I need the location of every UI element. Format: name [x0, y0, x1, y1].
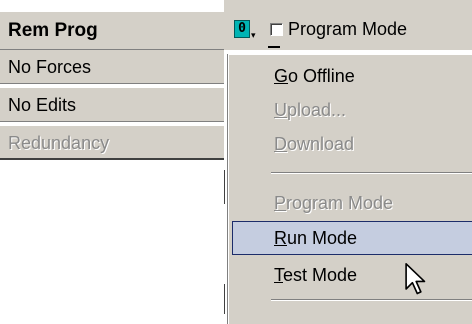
menu-item-text: o Offline: [288, 66, 355, 86]
panel-divider: [224, 170, 225, 204]
menu-item-program-mode[interactable]: Program Mode: [232, 186, 472, 220]
mode-toolbar: 0 ▾ Program Mode: [224, 0, 472, 50]
checkbox-underline: [268, 46, 280, 48]
edits-status: No Edits: [0, 88, 224, 122]
controller-mode-status: Rem Prog: [0, 12, 224, 50]
menu-item-go-offline[interactable]: Go Offline: [232, 59, 472, 93]
panel-divider-lower: [224, 284, 225, 314]
menu-item-run-mode[interactable]: Run Mode: [232, 221, 472, 255]
mode-dropdown-arrow-icon[interactable]: ▾: [251, 31, 256, 40]
mnemonic: R: [274, 228, 287, 248]
controller-mode-menu: Go Offline Upload... Download Program Mo…: [228, 54, 472, 324]
program-mode-label[interactable]: Program Mode: [288, 18, 407, 40]
menu-item-upload[interactable]: Upload...: [232, 93, 472, 127]
mouse-pointer-icon: [405, 262, 426, 295]
mnemonic: P: [274, 193, 287, 213]
forces-status: No Forces: [0, 50, 224, 84]
menu-item-text: rogram Mode: [286, 193, 394, 213]
menu-item-text: ownload: [287, 134, 355, 154]
mnemonic: U: [274, 100, 287, 120]
controller-mode-icon[interactable]: 0: [234, 20, 250, 38]
menu-item-download[interactable]: Download: [232, 127, 472, 161]
program-mode-checkbox[interactable]: [270, 23, 283, 36]
menu-item-text: est Mode: [283, 265, 358, 285]
menu-separator: [271, 299, 472, 301]
mnemonic: G: [274, 66, 289, 86]
menu-item-text: un Mode: [287, 228, 358, 248]
menu-item-text: pload...: [287, 100, 347, 120]
mnemonic: T: [274, 265, 283, 285]
mnemonic: D: [274, 134, 287, 154]
menu-separator: [271, 172, 472, 174]
controller-status-panel: Rem Prog No Forces No Edits Redundancy: [0, 0, 234, 170]
redundancy-status: Redundancy: [0, 126, 224, 160]
menu-item-test-mode[interactable]: Test Mode: [232, 258, 472, 292]
